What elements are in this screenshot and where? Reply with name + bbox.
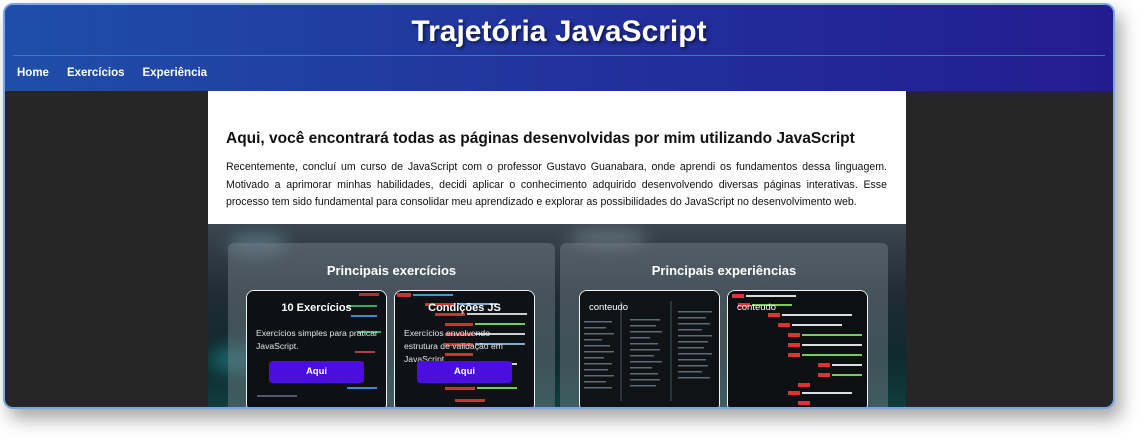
card-button[interactable]: Aqui bbox=[269, 361, 364, 383]
experience-card[interactable]: conteudo bbox=[727, 290, 868, 407]
experiences-title: Principais experiências bbox=[651, 263, 797, 278]
intro-section: Aqui, você encontrará todas as páginas d… bbox=[208, 91, 906, 224]
exercises-panel: Principais exercícios 10 Exercícios Exer… bbox=[228, 243, 555, 407]
card-description: Exercícios simples para praticar JavaScr… bbox=[256, 328, 378, 351]
header-divider bbox=[13, 55, 1105, 56]
main-nav: Home Exercícios Experiência bbox=[17, 67, 207, 79]
site-header: Trajetória JavaScript Home Exercícios Ex… bbox=[5, 5, 1113, 91]
exercises-title: Principais exercícios bbox=[326, 263, 457, 278]
nav-experiencia[interactable]: Experiência bbox=[143, 67, 208, 79]
exercise-card: Condições JS Exercícios envolvendo estru… bbox=[394, 290, 535, 407]
nav-exercicios[interactable]: Exercícios bbox=[67, 67, 125, 79]
site-title: Trajetória JavaScript bbox=[411, 15, 707, 48]
intro-heading: Aqui, você encontrará todas as páginas d… bbox=[226, 130, 855, 147]
card-title: Condições JS bbox=[428, 302, 501, 314]
nav-home[interactable]: Home bbox=[17, 67, 49, 79]
experience-card[interactable]: conteudo bbox=[579, 290, 720, 407]
card-title: 10 Exercícios bbox=[281, 302, 352, 314]
exercise-card: 10 Exercícios Exercícios simples para pr… bbox=[246, 290, 387, 407]
experiences-panel: Principais experiências conteudo conteud… bbox=[560, 243, 888, 407]
card-button[interactable]: Aqui bbox=[417, 361, 512, 383]
card-label: conteudo bbox=[737, 302, 777, 313]
projects-section: Principais exercícios 10 Exercícios Exer… bbox=[208, 224, 906, 407]
intro-text: Recentemente, concluí um curso de JavaSc… bbox=[226, 161, 887, 208]
browser-frame: Trajetória JavaScript Home Exercícios Ex… bbox=[3, 3, 1115, 409]
card-label: conteudo bbox=[589, 302, 629, 313]
